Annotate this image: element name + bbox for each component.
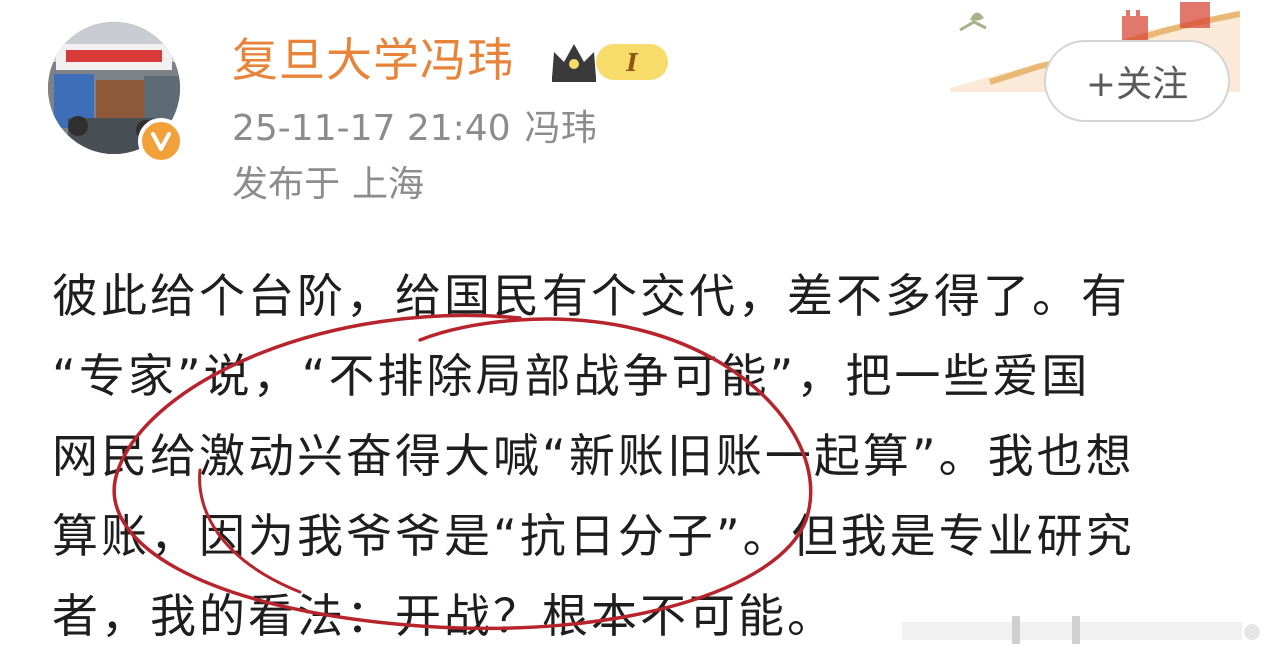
post-meta: 25-11-17 21:40 冯玮 (232, 104, 597, 154)
verified-v-icon (138, 118, 184, 164)
location-prefix: 发布于 (232, 164, 341, 205)
author-name[interactable]: 复旦大学冯玮 (232, 30, 514, 90)
content-line: 彼此给个台阶，给国民有个交代，差不多得了。有 (52, 269, 1130, 323)
content-line: 网民给激动兴奋得大喊“新账旧账一起算”。我也想 (52, 429, 1135, 483)
content-line: 算账，因为我爷爷是“抗日分子”。但我是专业研究 (52, 509, 1135, 563)
post-datetime: 25-11-17 21:40 (232, 108, 511, 149)
follow-button[interactable]: +关注 (1044, 40, 1230, 122)
post-content: 彼此给个台阶，给国民有个交代，差不多得了。有 “专家”说，“不排除局部战争可能”… (52, 256, 1242, 656)
content-line: “专家”说，“不排除局部战争可能”，把一些爱国 (52, 349, 1091, 403)
post-source: 冯玮 (524, 108, 597, 149)
location-name: 上海 (352, 164, 425, 205)
member-level-badge[interactable]: I (596, 44, 668, 80)
watermark-icon (902, 616, 1260, 644)
post-location: 发布于 上海 (232, 160, 424, 210)
crown-icon (552, 44, 596, 82)
weibo-post: 复旦大学冯玮 I 25-11-17 21:40 冯玮 发布于 上海 +关注 彼此给个… (0, 0, 1280, 660)
